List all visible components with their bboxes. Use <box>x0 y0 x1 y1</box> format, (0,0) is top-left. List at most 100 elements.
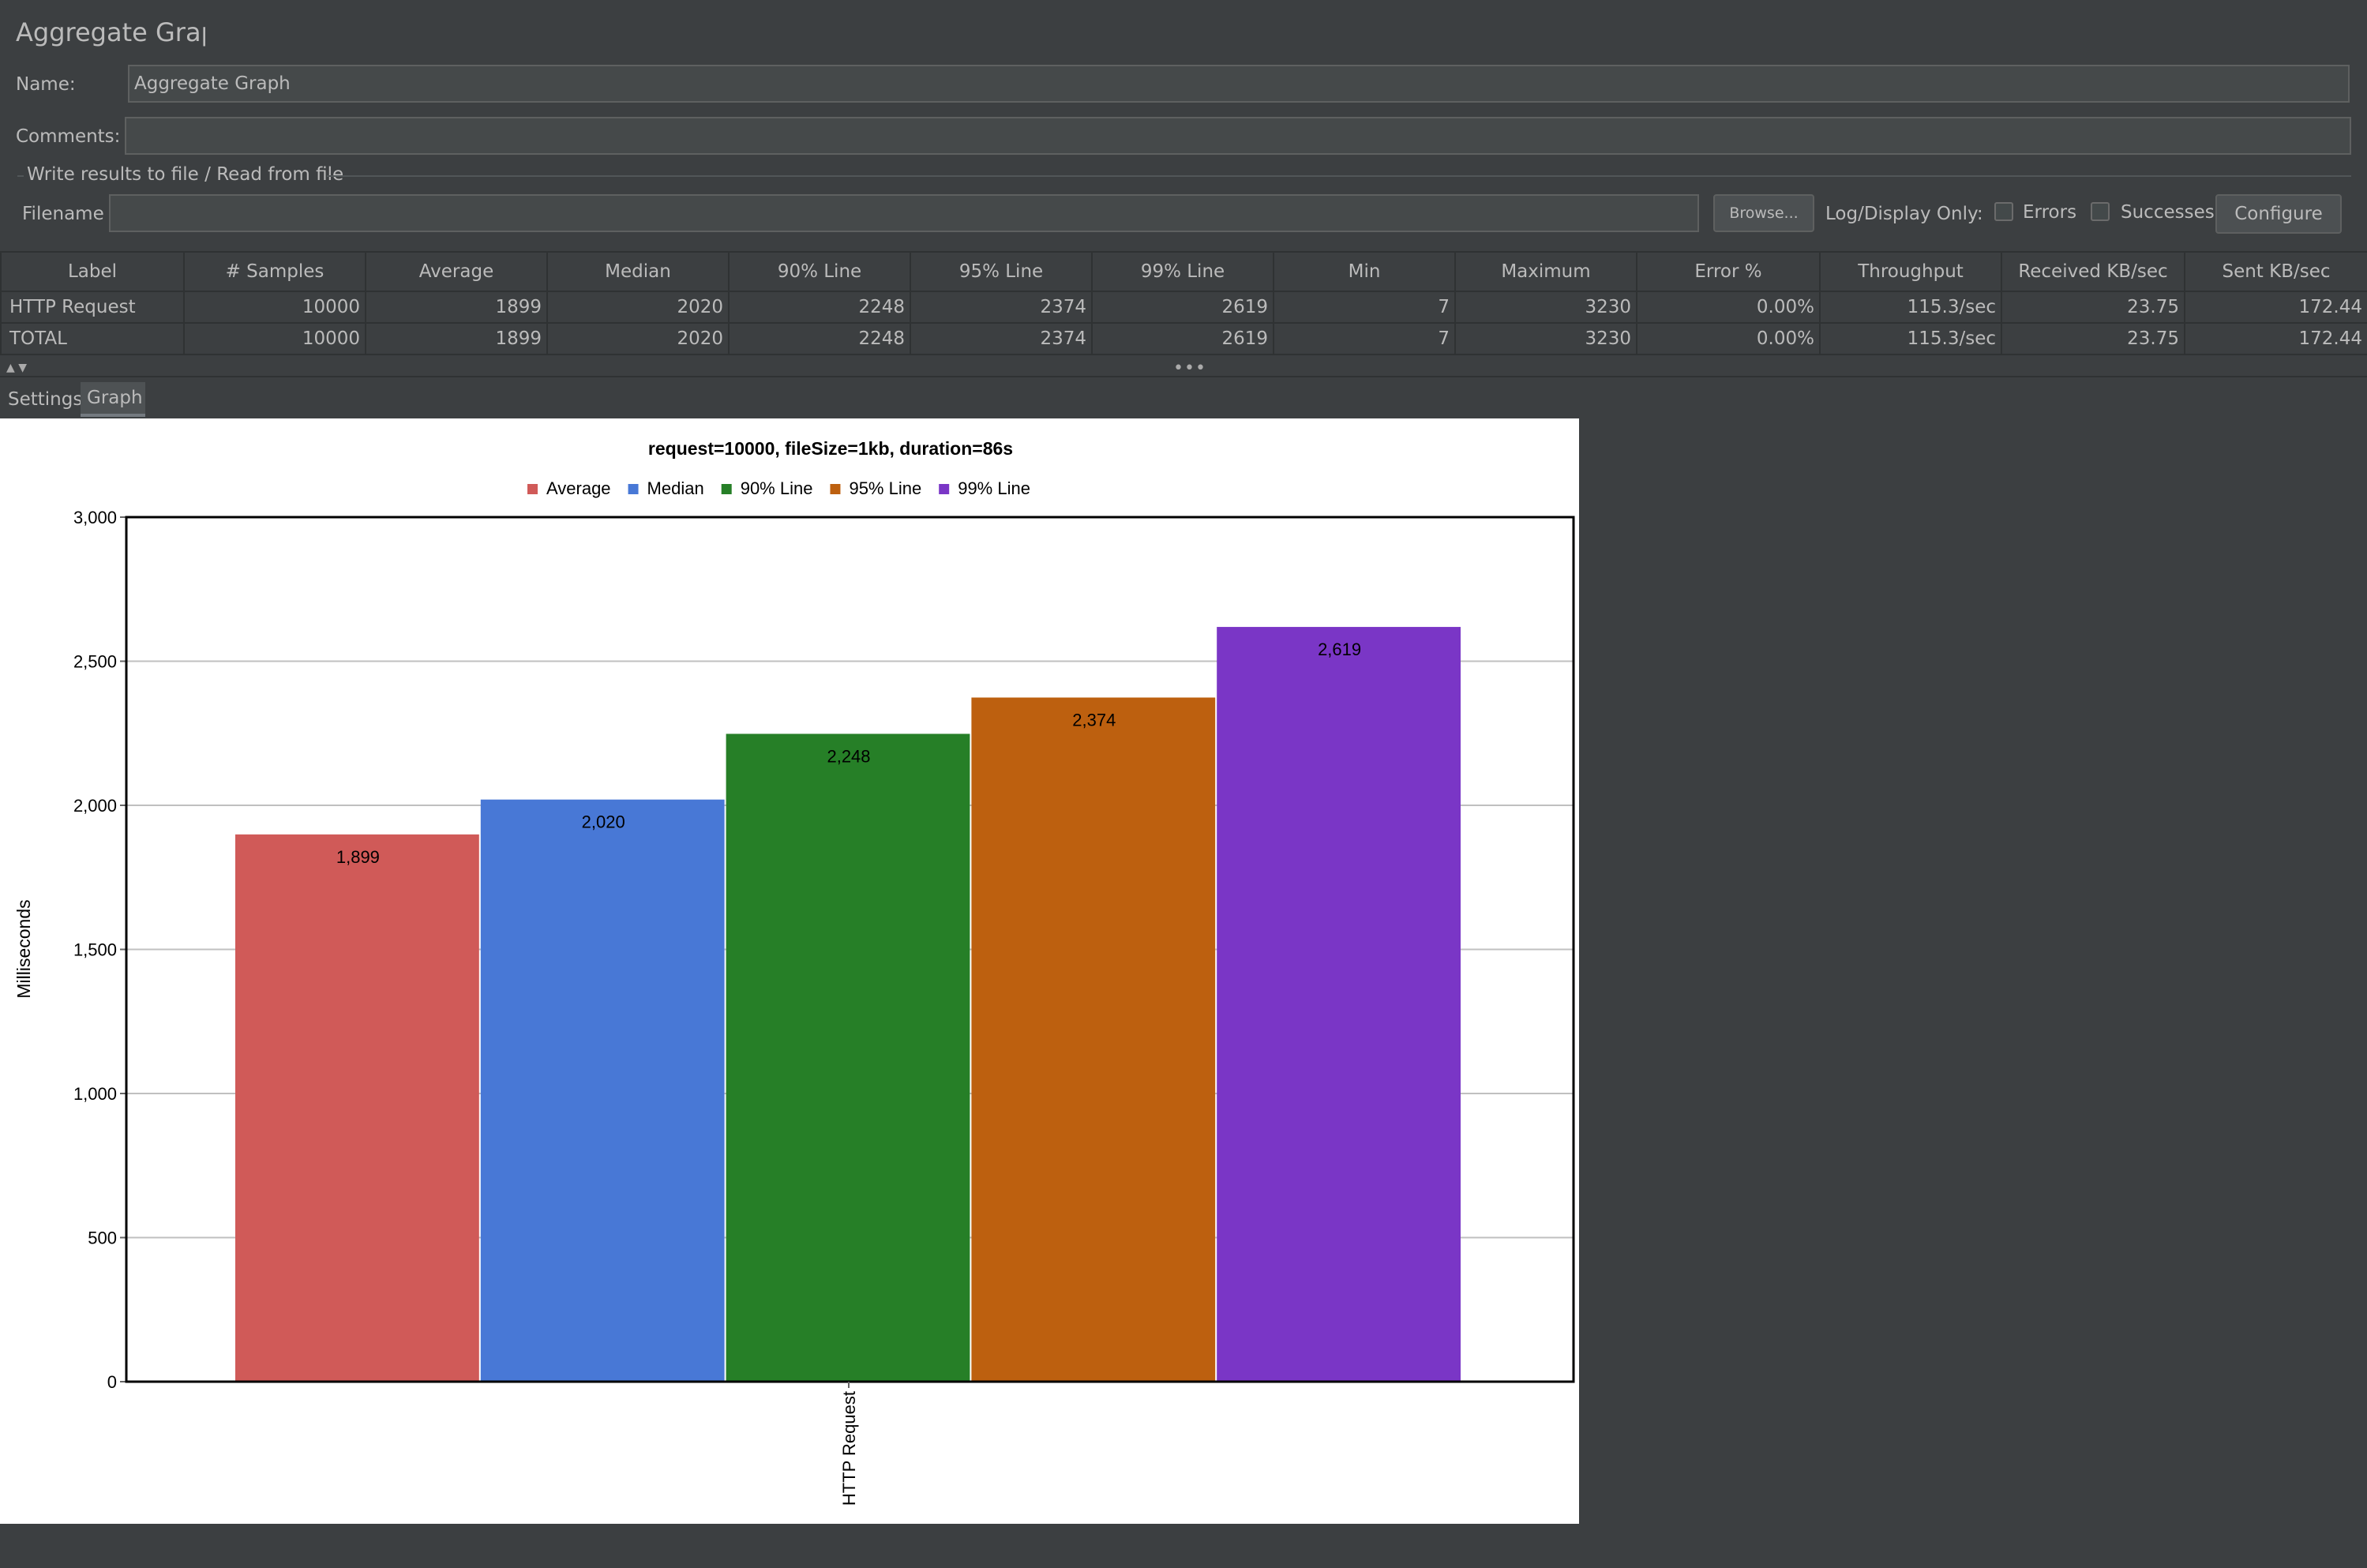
table-cell: 2619 <box>1091 322 1274 355</box>
bar-value-label: 1,899 <box>336 847 380 867</box>
bar-chart: request=10000, fileSize=1kb, duration=86… <box>13 438 1575 1506</box>
name-label: Name: <box>16 74 76 95</box>
y-tick-label: 2,000 <box>73 796 117 816</box>
x-tick-label: HTTP Request <box>839 1391 859 1506</box>
legend-swatch <box>628 484 639 494</box>
file-group-label: Write results to file / Read from file <box>27 164 344 185</box>
table-cell: 2374 <box>910 291 1093 324</box>
bar[interactable] <box>235 834 479 1382</box>
legend-item-label: Average <box>546 478 611 498</box>
column-header[interactable]: Median <box>546 251 730 292</box>
bar-value-label: 2,020 <box>582 812 625 832</box>
column-header[interactable]: Maximum <box>1454 251 1637 292</box>
results-table: Label # Samples Average Median 90% Line … <box>0 251 2367 355</box>
legend-swatch <box>830 484 841 494</box>
column-header[interactable]: Min <box>1273 251 1456 292</box>
tab-graph[interactable]: Graph <box>81 382 145 417</box>
panel-title: Aggregate Graph <box>16 17 205 47</box>
bar-value-label: 2,619 <box>1318 640 1361 659</box>
table-cell: TOTAL <box>0 322 185 355</box>
bar-value-label: 2,374 <box>1072 710 1116 730</box>
table-cell: 2619 <box>1091 291 1274 324</box>
successes-label: Successes <box>2121 202 2215 223</box>
table-cell: 1899 <box>365 322 548 355</box>
tab-settings[interactable]: Settings <box>2 382 90 417</box>
y-tick-label: 1,000 <box>73 1084 117 1104</box>
browse-button[interactable]: Browse... <box>1713 194 1814 232</box>
table-cell: 23.75 <box>2001 322 2185 355</box>
column-header[interactable]: 90% Line <box>728 251 911 292</box>
configure-button[interactable]: Configure <box>2215 194 2342 234</box>
table-cell: 10000 <box>183 291 366 324</box>
column-header[interactable]: Sent KB/sec <box>2184 251 2367 292</box>
y-tick-label: 1,500 <box>73 940 117 960</box>
filename-label: Filename <box>22 204 104 224</box>
bar[interactable] <box>480 799 725 1382</box>
name-field-value: Aggregate Graph <box>134 73 291 94</box>
table-cell: 23.75 <box>2001 291 2185 324</box>
filename-field[interactable] <box>109 194 1699 232</box>
table-cell: HTTP Request <box>0 291 185 324</box>
legend-item-label: 90% Line <box>741 478 813 498</box>
legend-swatch <box>721 484 732 494</box>
table-row[interactable]: TOTAL 10000 1899 2020 2248 2374 2619 7 3… <box>0 322 2367 355</box>
bar-value-label: 2,248 <box>827 746 870 766</box>
legend-item-label: 95% Line <box>849 478 921 498</box>
y-tick-label: 0 <box>107 1372 117 1392</box>
table-cell: 0.00% <box>1636 291 1821 324</box>
y-tick-label: 2,500 <box>73 652 117 672</box>
y-axis: 0 500 1,000 1,500 2,000 2,500 3,000 <box>73 508 126 1392</box>
bar[interactable] <box>1217 627 1461 1382</box>
y-tick-label: 500 <box>88 1229 117 1248</box>
legend-swatch <box>527 484 538 494</box>
table-cell: 2020 <box>546 291 730 324</box>
table-cell: 2020 <box>546 322 730 355</box>
column-header[interactable]: Average <box>365 251 548 292</box>
legend-swatch <box>939 484 950 494</box>
errors-checkbox[interactable] <box>1994 202 2013 221</box>
x-axis: HTTP Request <box>839 1382 859 1506</box>
table-cell: 1899 <box>365 291 548 324</box>
log-display-label: Log/Display Only: <box>1825 204 1983 224</box>
table-cell: 115.3/sec <box>1819 291 2002 324</box>
column-header[interactable]: 95% Line <box>910 251 1093 292</box>
legend-item-label: 99% Line <box>958 478 1030 498</box>
table-cell: 10000 <box>183 322 366 355</box>
chart-title: request=10000, fileSize=1kb, duration=86… <box>648 438 1013 459</box>
file-group-border-left <box>17 175 24 177</box>
legend-item-label: Median <box>647 478 704 498</box>
column-header[interactable]: 99% Line <box>1091 251 1274 292</box>
table-cell: 172.44 <box>2184 291 2367 324</box>
comments-field[interactable] <box>125 117 2351 155</box>
table-cell: 2248 <box>728 322 911 355</box>
table-cell: 2374 <box>910 322 1093 355</box>
splitter-line <box>0 376 2367 377</box>
table-cell: 3230 <box>1454 322 1637 355</box>
errors-label: Errors <box>2023 202 2077 223</box>
column-header[interactable]: Error % <box>1636 251 1821 292</box>
table-cell: 2248 <box>728 291 911 324</box>
comments-label: Comments: <box>16 126 121 147</box>
table-cell: 115.3/sec <box>1819 322 2002 355</box>
table-cell: 3230 <box>1454 291 1637 324</box>
table-cell: 7 <box>1273 291 1456 324</box>
column-header[interactable]: Throughput <box>1819 251 2002 292</box>
successes-checkbox[interactable] <box>2091 202 2110 221</box>
table-cell: 0.00% <box>1636 322 1821 355</box>
table-row[interactable]: HTTP Request 10000 1899 2020 2248 2374 2… <box>0 291 2367 324</box>
collapse-arrows-icon[interactable]: ▲ ▼ <box>6 362 27 374</box>
column-header[interactable]: Label <box>0 251 185 292</box>
table-header-row: Label # Samples Average Median 90% Line … <box>0 251 2367 292</box>
file-group-border-right <box>327 175 2351 177</box>
y-tick-label: 3,000 <box>73 508 117 527</box>
column-header[interactable]: Received KB/sec <box>2001 251 2185 292</box>
table-cell: 7 <box>1273 322 1456 355</box>
name-field[interactable]: Aggregate Graph <box>128 65 2350 103</box>
bar[interactable] <box>971 697 1216 1382</box>
chart-legend: Average Median 90% Line 95% Line 99% Line <box>527 478 1030 498</box>
bar[interactable] <box>726 733 970 1382</box>
y-axis-label: Milliseconds <box>13 899 34 998</box>
column-header[interactable]: # Samples <box>183 251 366 292</box>
table-cell: 172.44 <box>2184 322 2367 355</box>
bar-series: 1,899 2,020 2,248 2,374 2,619 <box>235 627 1461 1382</box>
